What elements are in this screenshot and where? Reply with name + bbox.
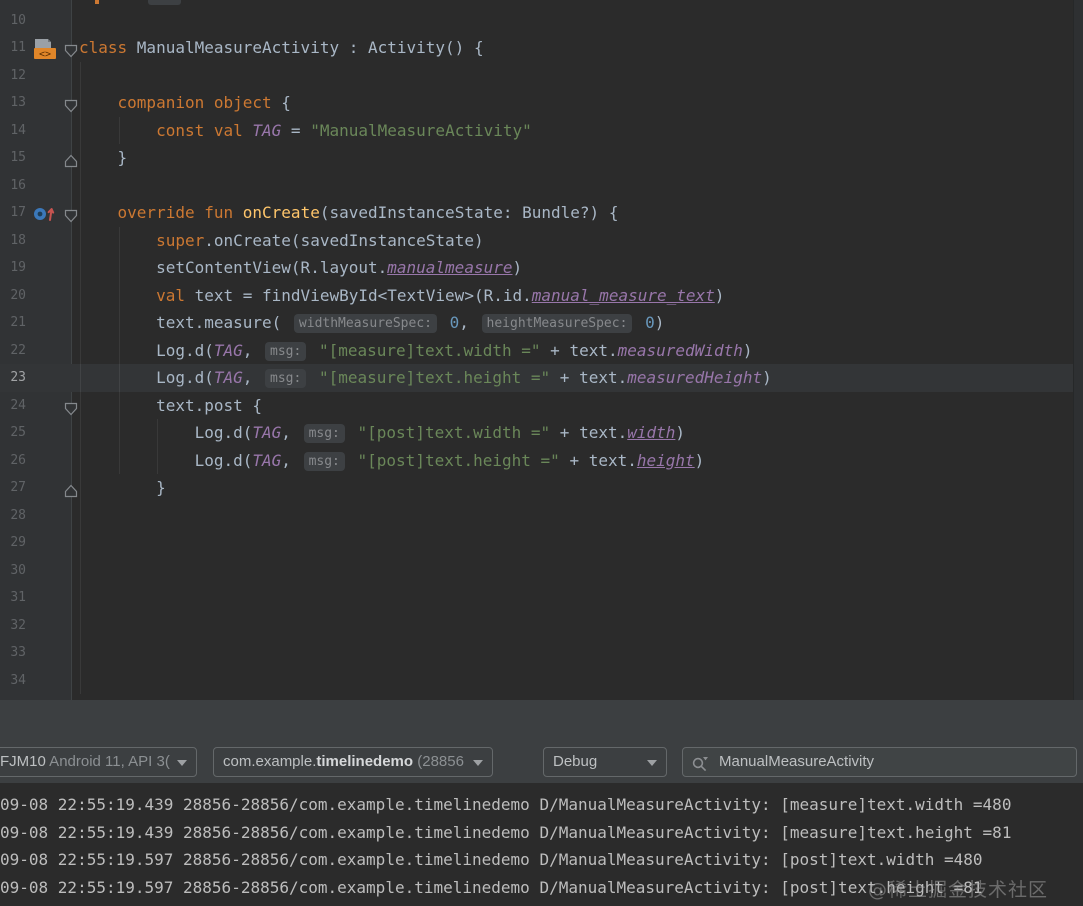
line-number: 22 xyxy=(10,342,26,358)
code-line[interactable]: 15 } xyxy=(0,144,1083,172)
line-number: 30 xyxy=(10,562,26,578)
code-line[interactable]: 34 xyxy=(0,667,1083,695)
package-app: timelinedemo xyxy=(316,753,414,770)
logcat-line: 09-08 22:55:19.597 28856-28856/com.examp… xyxy=(0,850,983,869)
device-selector-dropdown[interactable]: FJM10 Android 11, API 3( xyxy=(0,747,197,777)
line-number: 17 xyxy=(10,205,26,221)
watermark-text: @稀土掘金技术社区 xyxy=(867,879,1048,901)
code-text: Log.d(TAG, msg: "[post]text.height =" + … xyxy=(79,450,705,471)
code-line[interactable]: 23 Log.d(TAG, msg: "[measure]text.height… xyxy=(0,364,1083,392)
line-number: 10 xyxy=(10,12,26,28)
fold-toggle-icon[interactable] xyxy=(63,480,79,498)
code-line[interactable]: 13 companion object { xyxy=(0,89,1083,117)
logcat-toolbar: FJM10 Android 11, API 3( com.example.tim… xyxy=(0,700,1083,783)
code-line[interactable]: 17 override fun onCreate(savedInstanceSt… xyxy=(0,199,1083,227)
code-line[interactable]: 10 xyxy=(0,7,1083,35)
code-text: companion object { xyxy=(117,93,291,113)
code-text: override fun onCreate(savedInstanceState… xyxy=(117,203,619,223)
line-number: 23 xyxy=(10,370,26,386)
code-line[interactable]: 11 <> class ManualMeasureActivity : Activi… xyxy=(0,34,1083,62)
code-text: setContentView(R.layout.manualmeasure) xyxy=(79,258,523,278)
editor-scrollbar[interactable] xyxy=(1073,0,1083,700)
package-prefix: com.example. xyxy=(223,753,317,770)
line-number: 11 xyxy=(10,40,26,56)
code-line[interactable]: 29 xyxy=(0,529,1083,557)
code-text: Log.d(TAG, msg: "[measure]text.width =" … xyxy=(79,340,753,361)
code-line[interactable]: 28 xyxy=(0,502,1083,530)
code-line[interactable]: 31 xyxy=(0,584,1083,612)
override-method-icon[interactable] xyxy=(32,203,58,223)
fold-toggle-icon[interactable] xyxy=(63,398,79,416)
android-studio-window: 10 11 <> class ManualMeasureActivity : Acti… xyxy=(0,0,1083,906)
code-text: text.post { xyxy=(79,395,263,415)
line-number: 19 xyxy=(10,260,26,276)
device-detail: Android 11, API 3( xyxy=(45,753,170,770)
line-number: 25 xyxy=(10,425,26,441)
line-number: 34 xyxy=(10,672,26,688)
fold-toggle-icon[interactable] xyxy=(63,205,79,223)
process-selector-dropdown[interactable]: com.example.timelinedemo (28856 xyxy=(213,747,493,777)
line-number: 20 xyxy=(10,287,26,303)
code-line[interactable]: 16 xyxy=(0,172,1083,200)
code-line[interactable]: 21 text.measure( widthMeasureSpec: 0, he… xyxy=(0,309,1083,337)
code-line[interactable]: 26 Log.d(TAG, msg: "[post]text.height ="… xyxy=(0,447,1083,475)
code-line[interactable]: 25 Log.d(TAG, msg: "[post]text.width =" … xyxy=(0,419,1083,447)
line-number: 29 xyxy=(10,535,26,551)
line-number: 26 xyxy=(10,452,26,468)
line-number: 13 xyxy=(10,95,26,111)
code-text: val text = findViewById<TextView>(R.id.m… xyxy=(156,285,725,305)
clipped-inlay-hint-fragment xyxy=(148,0,181,5)
logcat-line: 09-08 22:55:19.439 28856-28856/com.examp… xyxy=(0,822,1012,842)
code-line[interactable]: 12 xyxy=(0,62,1083,90)
code-text: class ManualMeasureActivity : Activity()… xyxy=(79,38,484,58)
code-line[interactable]: 33 xyxy=(0,639,1083,667)
line-number: 28 xyxy=(10,507,26,523)
search-icon xyxy=(691,754,709,776)
line-number: 18 xyxy=(10,232,26,248)
device-name: FJM10 xyxy=(0,753,46,770)
line-number: 14 xyxy=(10,122,26,138)
code-text: const val TAG = "ManualMeasureActivity" xyxy=(156,120,532,140)
fold-toggle-icon[interactable] xyxy=(63,95,79,113)
chevron-down-icon xyxy=(177,760,187,766)
fold-toggle-icon[interactable] xyxy=(63,150,79,168)
code-text: Log.d(TAG, msg: "[measure]text.height ="… xyxy=(79,368,772,389)
code-text: Log.d(TAG, msg: "[post]text.width =" + t… xyxy=(79,423,686,444)
code-line[interactable]: 24 text.post { xyxy=(0,392,1083,420)
code-text: } xyxy=(79,148,128,168)
process-pid: (28856 xyxy=(413,753,464,770)
line-number: 33 xyxy=(10,645,26,661)
code-line[interactable]: 32 xyxy=(0,612,1083,640)
line-number: 32 xyxy=(10,617,26,633)
fold-toggle-icon[interactable] xyxy=(63,40,79,58)
code-line[interactable]: 20 val text = findViewById<TextView>(R.i… xyxy=(0,282,1083,310)
code-line[interactable]: 14 const val TAG = "ManualMeasureActivit… xyxy=(0,117,1083,145)
line-number: 27 xyxy=(10,480,26,496)
code-line[interactable]: 18 super.onCreate(savedInstanceState) xyxy=(0,227,1083,255)
line-number: 24 xyxy=(10,397,26,413)
code-text: super.onCreate(savedInstanceState) xyxy=(156,230,484,250)
svg-text:<>: <> xyxy=(39,49,51,60)
chevron-down-icon xyxy=(647,760,657,766)
code-line[interactable]: 27 } xyxy=(0,474,1083,502)
code-editor[interactable]: 10 11 <> class ManualMeasureActivity : Acti… xyxy=(0,0,1083,700)
search-value: ManualMeasureActivity xyxy=(719,753,875,770)
line-number: 12 xyxy=(10,67,26,83)
android-activity-icon[interactable]: <> xyxy=(32,38,58,60)
code-line[interactable]: 30 xyxy=(0,557,1083,585)
code-text: text.measure( widthMeasureSpec: 0, heigh… xyxy=(79,313,665,334)
line-number: 21 xyxy=(10,315,26,331)
code-line[interactable]: 19 setContentView(R.layout.manualmeasure… xyxy=(0,254,1083,282)
line-number: 16 xyxy=(10,177,26,193)
line-number: 15 xyxy=(10,150,26,166)
logcat-search-input[interactable]: ManualMeasureActivity xyxy=(682,747,1077,777)
code-line[interactable]: 22 Log.d(TAG, msg: "[measure]text.width … xyxy=(0,337,1083,365)
line-number: 31 xyxy=(10,590,26,606)
clipped-line-fragment xyxy=(95,0,99,4)
chevron-down-icon xyxy=(473,760,483,766)
logcat-line: 09-08 22:55:19.439 28856-28856/com.examp… xyxy=(0,795,1012,814)
code-text: } xyxy=(79,478,166,498)
log-level-value: Debug xyxy=(553,753,598,770)
log-level-dropdown[interactable]: Debug xyxy=(543,747,667,777)
